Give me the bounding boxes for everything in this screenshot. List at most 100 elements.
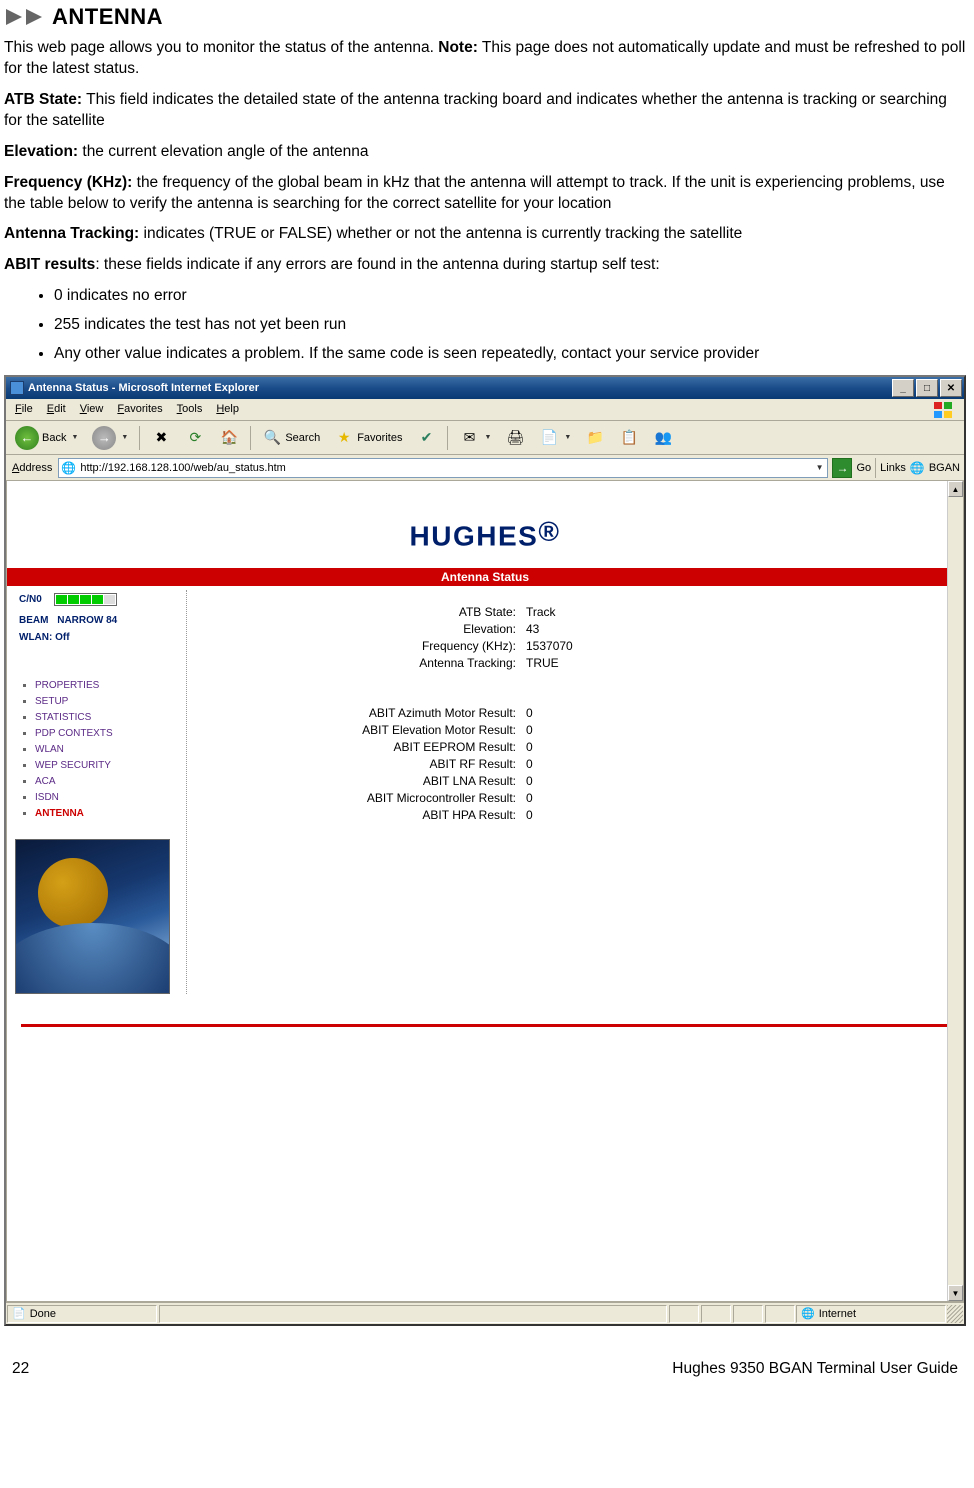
- kv-key: Elevation:: [217, 622, 522, 636]
- vertical-scrollbar[interactable]: ▲ ▼: [947, 481, 963, 1301]
- status-panel: ATB State:Track Elevation:43 Frequency (…: [187, 590, 963, 994]
- chevron-down-icon: ▼: [484, 434, 491, 441]
- frequency-paragraph: Frequency (KHz): the frequency of the gl…: [4, 173, 966, 215]
- status-text: Done: [30, 1308, 56, 1320]
- text: indicates (TRUE or FALSE) whether or not…: [139, 225, 742, 242]
- messenger-icon: 👥: [653, 428, 673, 448]
- messenger-button[interactable]: 👥: [648, 425, 678, 451]
- menu-file[interactable]: File: [8, 399, 40, 420]
- forward-button[interactable]: → ▼: [87, 423, 133, 453]
- statusbar: 📄 Done 🌐 Internet: [6, 1302, 964, 1324]
- stop-icon: ✖: [151, 428, 171, 448]
- back-icon: ←: [15, 426, 39, 450]
- minimize-button[interactable]: _: [892, 379, 914, 397]
- page-footer: 22 Hughes 9350 BGAN Terminal User Guide: [4, 1326, 966, 1384]
- kv-key: ABIT Azimuth Motor Result:: [217, 706, 522, 720]
- url-input[interactable]: 🌐 http://192.168.128.100/web/au_status.h…: [58, 458, 828, 478]
- edit-button[interactable]: 📄▼: [534, 425, 576, 451]
- folder-icon: 📁: [585, 428, 605, 448]
- menu-edit[interactable]: Edit: [40, 399, 73, 420]
- research-button[interactable]: 📋: [614, 425, 644, 451]
- page-icon: 📄: [12, 1307, 26, 1320]
- home-icon: 🏠: [219, 428, 239, 448]
- label: ABIT results: [4, 256, 95, 273]
- links-label: Links: [880, 462, 906, 474]
- favorites-button[interactable]: ★Favorites: [329, 425, 407, 451]
- menu-tools[interactable]: Tools: [170, 399, 210, 420]
- nav-setup[interactable]: SETUP: [35, 696, 180, 707]
- titlebar: Antenna Status - Microsoft Internet Expl…: [6, 377, 964, 399]
- section-heading: ANTENNA: [4, 4, 966, 30]
- kv-key: ATB State:: [217, 605, 522, 619]
- back-label: Back: [42, 432, 66, 444]
- kv-value: 0: [522, 808, 533, 822]
- footer-title: Hughes 9350 BGAN Terminal User Guide: [672, 1360, 958, 1378]
- abit-paragraph: ABIT results: these fields indicate if a…: [4, 255, 966, 276]
- scroll-up-icon[interactable]: ▲: [948, 481, 963, 497]
- menu-view[interactable]: View: [73, 399, 111, 420]
- page-title-banner: Antenna Status: [7, 568, 963, 586]
- page-icon: 🌐: [61, 461, 76, 475]
- beam-value: NARROW 84: [57, 615, 117, 626]
- left-sidebar: C/N0 BEAM NARROW 84 WLAN: Off PROPERTIES: [19, 590, 187, 994]
- nav-pdp-contexts[interactable]: PDP CONTEXTS: [35, 728, 180, 739]
- kv-value: 0: [522, 757, 533, 771]
- address-bar: Address 🌐 http://192.168.128.100/web/au_…: [6, 455, 964, 481]
- scroll-down-icon[interactable]: ▼: [948, 1285, 963, 1301]
- menu-favorites[interactable]: Favorites: [110, 399, 169, 420]
- kv-key: ABIT LNA Result:: [217, 774, 522, 788]
- list-item: 255 indicates the test has not yet been …: [54, 315, 966, 336]
- url-text: http://192.168.128.100/web/au_status.htm: [80, 462, 285, 474]
- cno-label: C/N0: [19, 594, 42, 605]
- edit-icon: 📄: [539, 428, 559, 448]
- refresh-button[interactable]: ⟳: [180, 425, 210, 451]
- nav-statistics[interactable]: STATISTICS: [35, 712, 180, 723]
- maximize-button[interactable]: □: [916, 379, 938, 397]
- search-button[interactable]: 🔍Search: [257, 425, 325, 451]
- content-area: HUGHES® Antenna Status C/N0 BEAM N: [6, 481, 964, 1302]
- label: Elevation:: [4, 143, 78, 160]
- text: Note:: [438, 39, 478, 56]
- kv-key: Frequency (KHz):: [217, 639, 522, 653]
- nav-antenna[interactable]: ANTENNA: [35, 808, 180, 819]
- history-button[interactable]: ✔: [411, 425, 441, 451]
- stop-button[interactable]: ✖: [146, 425, 176, 451]
- abit-results-group: ABIT Azimuth Motor Result: 0 ABIT Elevati…: [217, 706, 943, 822]
- discuss-button[interactable]: 📁: [580, 425, 610, 451]
- kv-value: 0: [522, 774, 533, 788]
- go-label: Go: [856, 462, 871, 474]
- trademark-icon: ®: [538, 516, 560, 547]
- menubar: File Edit View Favorites Tools Help: [6, 399, 964, 421]
- signal-bars: [54, 593, 117, 606]
- history-icon: ✔: [416, 428, 436, 448]
- nav-aca[interactable]: ACA: [35, 776, 180, 787]
- label: Frequency (KHz):: [4, 174, 132, 191]
- kv-key: ABIT Elevation Motor Result:: [217, 723, 522, 737]
- print-button[interactable]: 🖨: [500, 425, 530, 451]
- home-button[interactable]: 🏠: [214, 425, 244, 451]
- chevron-down-icon[interactable]: ▼: [816, 463, 826, 472]
- kv-value: 0: [522, 740, 533, 754]
- back-button[interactable]: ← Back ▼: [10, 423, 83, 453]
- nav-wlan[interactable]: WLAN: [35, 744, 180, 755]
- kv-value: 1537070: [522, 639, 573, 653]
- resize-grip-icon[interactable]: [947, 1305, 963, 1323]
- nav-wep-security[interactable]: WEP SECURITY: [35, 760, 180, 771]
- text: the current elevation angle of the anten…: [78, 143, 368, 160]
- print-icon: 🖨: [505, 428, 525, 448]
- search-icon: 🔍: [262, 428, 282, 448]
- divider: [21, 1024, 949, 1027]
- hughes-logo: HUGHES®: [7, 481, 963, 568]
- nav-isdn[interactable]: ISDN: [35, 792, 180, 803]
- text: This web page allows you to monitor the …: [4, 39, 438, 56]
- menu-help[interactable]: Help: [209, 399, 246, 420]
- close-button[interactable]: ✕: [940, 379, 962, 397]
- zone-text: Internet: [819, 1308, 856, 1320]
- go-button[interactable]: →: [832, 458, 852, 478]
- mail-button[interactable]: ✉▼: [454, 425, 496, 451]
- ie-icon: [10, 381, 24, 395]
- bgan-link[interactable]: BGAN: [929, 462, 960, 474]
- nav-properties[interactable]: PROPERTIES: [35, 680, 180, 691]
- antenna-status-group: ATB State:Track Elevation:43 Frequency (…: [217, 605, 943, 670]
- text: This field indicates the detailed state …: [4, 91, 947, 129]
